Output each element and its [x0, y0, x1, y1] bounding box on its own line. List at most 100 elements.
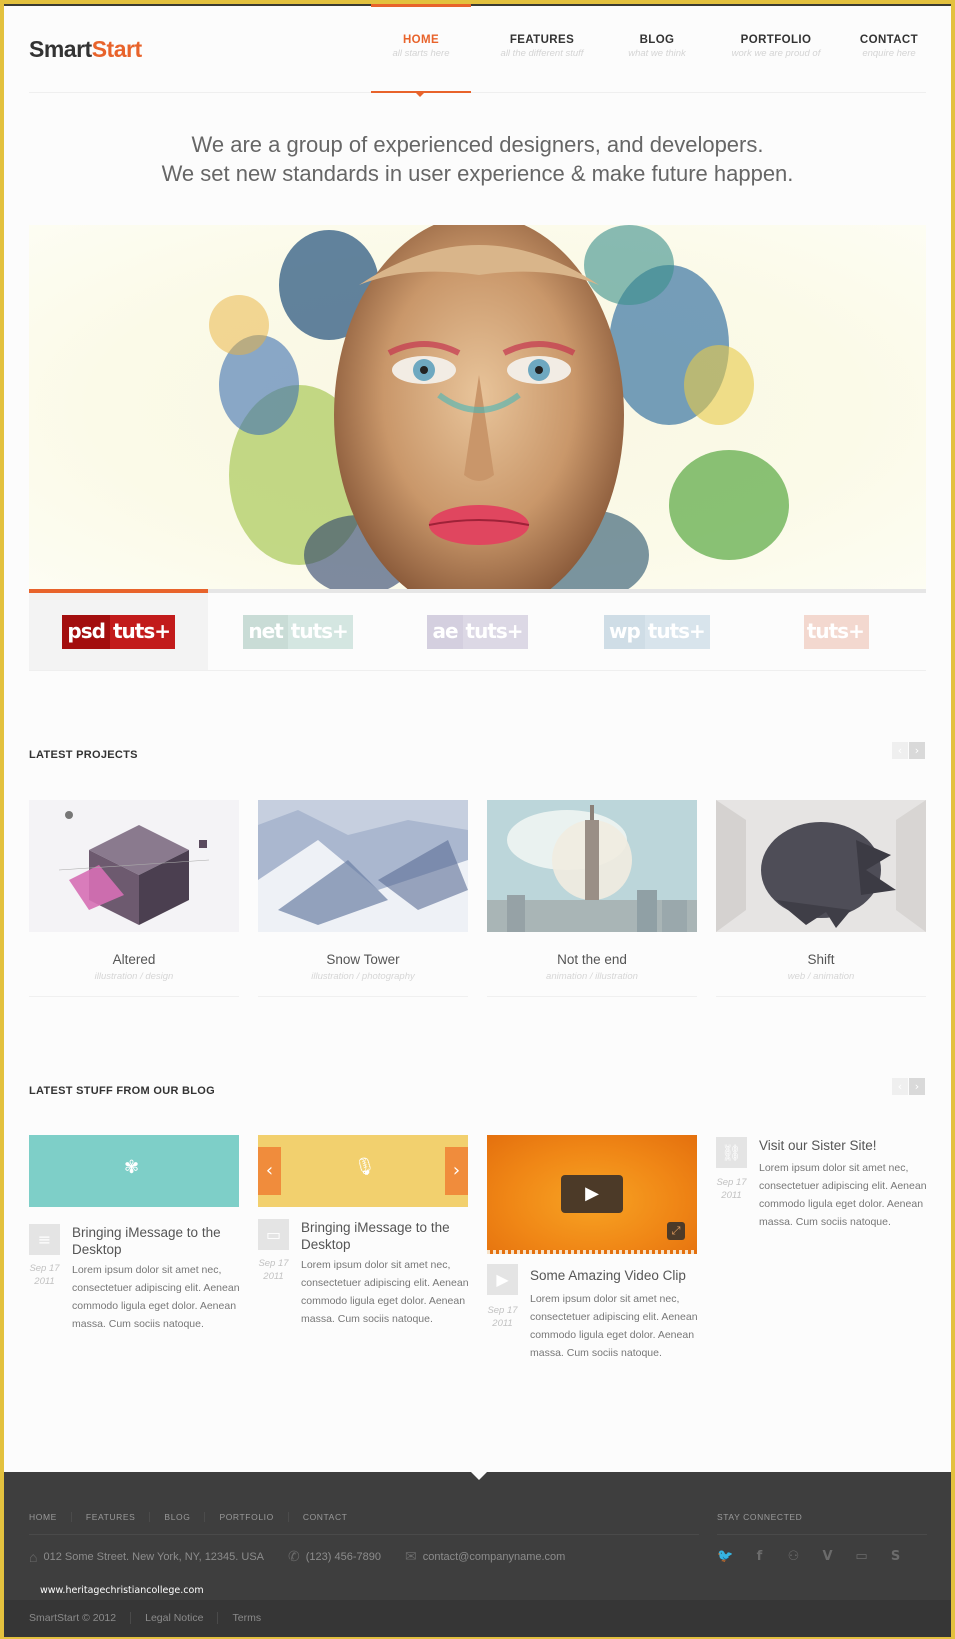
- post-date-day: Sep 17: [487, 1305, 518, 1316]
- address-text: 012 Some Street. New York, NY, 12345. US…: [43, 1550, 265, 1563]
- post-date: Sep 17 2011: [29, 1262, 60, 1288]
- facebook-icon[interactable]: f: [751, 1548, 768, 1565]
- project-thumbnail[interactable]: [487, 800, 697, 932]
- email-link[interactable]: contact@companyname.com: [423, 1551, 566, 1563]
- vimeo-icon[interactable]: V: [819, 1548, 836, 1565]
- nav-item-contact[interactable]: CONTACT enquire here: [849, 34, 929, 59]
- logo-part-2: Start: [91, 36, 142, 62]
- fullscreen-icon[interactable]: ⤢: [667, 1222, 685, 1240]
- site-logo[interactable]: SmartStart: [29, 36, 142, 63]
- slider-next-button[interactable]: ›: [445, 1147, 468, 1195]
- brand-logo: net tuts+: [243, 614, 353, 649]
- footer-link-home[interactable]: HOME: [29, 1512, 71, 1522]
- project-title[interactable]: Shift: [716, 952, 926, 967]
- project-card[interactable]: Altered illustration / design: [29, 800, 239, 997]
- latest-blog-heading: LATEST STUFF FROM OUR BLOG: [29, 1085, 216, 1097]
- contact-email: ✉ contact@companyname.com: [405, 1548, 565, 1565]
- footer-divider: [29, 1534, 699, 1535]
- brand-part-2: tuts+: [644, 614, 710, 649]
- nav-item-blog[interactable]: BLOG what we think: [615, 34, 699, 59]
- post-date: Sep 17 2011: [716, 1176, 747, 1202]
- gallery-icon: ▭: [258, 1219, 289, 1250]
- post-date: Sep 17 2011: [258, 1257, 289, 1283]
- footer-link-portfolio[interactable]: PORTFOLIO: [204, 1512, 287, 1522]
- video-player[interactable]: ▶ ⤢: [487, 1135, 697, 1254]
- brand-wptuts[interactable]: wp tuts+: [567, 593, 746, 670]
- brand-nettuts[interactable]: net tuts+: [208, 593, 387, 670]
- post-media-teal[interactable]: ✾: [29, 1135, 239, 1207]
- post-title[interactable]: Bringing iMessage to the Desktop: [72, 1224, 242, 1258]
- legal-notice-link[interactable]: Legal Notice: [130, 1612, 217, 1624]
- project-thumbnail[interactable]: [716, 800, 926, 932]
- post-title[interactable]: Visit our Sister Site!: [759, 1137, 929, 1154]
- nav-item-home[interactable]: HOME all starts here: [371, 34, 471, 59]
- city-skyline-art: [487, 800, 697, 932]
- project-title[interactable]: Snow Tower: [258, 952, 468, 967]
- twitter-icon[interactable]: 🐦: [717, 1548, 734, 1565]
- nav-caret-icon: [416, 93, 424, 97]
- brand-psdtuts[interactable]: psd tuts+: [29, 593, 209, 670]
- copyright-text: SmartStart © 2012: [29, 1612, 117, 1624]
- post-body: Lorem ipsum dolor sit amet nec, consecte…: [72, 1264, 240, 1330]
- project-card[interactable]: Shift web / animation: [716, 800, 926, 997]
- post-date-year: 2011: [721, 1190, 742, 1201]
- youtube-icon[interactable]: ▭: [853, 1548, 870, 1565]
- nav-item-features[interactable]: FEATURES all the different stuff: [483, 34, 601, 59]
- page: SmartStart HOME all starts here FEATURES…: [4, 4, 951, 1637]
- blog-post: ‹ › 🎙 ▭ Sep 17 2011 Bringing iMessage to…: [258, 1135, 469, 1325]
- phone-text: (123) 456-7890: [305, 1550, 381, 1563]
- post-title[interactable]: Some Amazing Video Clip: [530, 1267, 700, 1284]
- blog-prev-button[interactable]: ‹: [892, 1078, 908, 1095]
- project-tags: web / animation: [787, 971, 855, 982]
- project-title[interactable]: Altered: [29, 952, 239, 967]
- project-card[interactable]: Not the end animation / illustration: [487, 800, 697, 997]
- play-button[interactable]: ▶: [561, 1175, 623, 1213]
- post-date: Sep 17 2011: [487, 1304, 518, 1330]
- project-divider: [487, 996, 697, 997]
- footer-nav: HOME FEATURES BLOG PORTFOLIO CONTACT: [29, 1512, 361, 1522]
- post-media-slider[interactable]: ‹ › 🎙: [258, 1135, 468, 1207]
- watermark-text: www.heritagechristiancollege.com: [40, 1585, 204, 1596]
- tagline-line-1: We are a group of experienced designers,…: [191, 132, 764, 157]
- brand-tuts[interactable]: tuts+: [747, 593, 926, 670]
- project-divider: [258, 996, 468, 997]
- footer-link-blog[interactable]: BLOG: [149, 1512, 204, 1522]
- project-title[interactable]: Not the end: [487, 952, 697, 967]
- hero-artwork: [209, 225, 789, 589]
- blog-next-button[interactable]: ›: [909, 1078, 925, 1095]
- footer: HOME FEATURES BLOG PORTFOLIO CONTACT STA…: [4, 1472, 951, 1600]
- footer-notch: [471, 1472, 487, 1480]
- nav-sublabel: enquire here: [862, 48, 916, 59]
- blog-pager: ‹ ›: [892, 1078, 925, 1095]
- post-date-year: 2011: [34, 1276, 55, 1287]
- phone-icon: ✆: [288, 1548, 300, 1564]
- terms-link[interactable]: Terms: [217, 1612, 275, 1624]
- project-divider: [29, 996, 239, 997]
- slider-prev-button[interactable]: ‹: [258, 1147, 281, 1195]
- brand-part-1: ae: [427, 614, 463, 649]
- project-thumbnail[interactable]: [29, 800, 239, 932]
- skype-icon[interactable]: S: [887, 1548, 904, 1565]
- project-card[interactable]: Snow Tower illustration / photography: [258, 800, 468, 997]
- link-icon: ⛓: [716, 1137, 747, 1168]
- hero-slider-image[interactable]: [29, 225, 926, 589]
- brand-part-2: tuts+: [109, 614, 175, 649]
- nav-sublabel: work we are proud of: [731, 48, 821, 59]
- contact-phone: ✆ (123) 456-7890: [288, 1548, 381, 1565]
- mail-icon: ✉: [404, 1548, 417, 1564]
- flickr-icon[interactable]: ⚇: [785, 1548, 802, 1565]
- projects-prev-button[interactable]: ‹: [892, 742, 908, 759]
- nav-item-portfolio[interactable]: PORTFOLIO work we are proud of: [717, 34, 835, 59]
- post-body: Lorem ipsum dolor sit amet nec, consecte…: [301, 1259, 469, 1325]
- microphone-icon: 🎙: [354, 1157, 376, 1177]
- project-tags: animation / illustration: [546, 971, 638, 982]
- project-thumbnail[interactable]: [258, 800, 468, 932]
- brand-aetuts[interactable]: ae tuts+: [388, 593, 567, 670]
- nav-label: HOME: [402, 34, 440, 46]
- projects-pager: ‹ ›: [892, 742, 925, 759]
- footer-link-contact[interactable]: CONTACT: [287, 1512, 362, 1522]
- footer-link-features[interactable]: FEATURES: [70, 1512, 150, 1522]
- projects-next-button[interactable]: ›: [909, 742, 925, 759]
- post-title[interactable]: Bringing iMessage to the Desktop: [301, 1219, 471, 1253]
- logo-part-1: Smart: [29, 36, 92, 62]
